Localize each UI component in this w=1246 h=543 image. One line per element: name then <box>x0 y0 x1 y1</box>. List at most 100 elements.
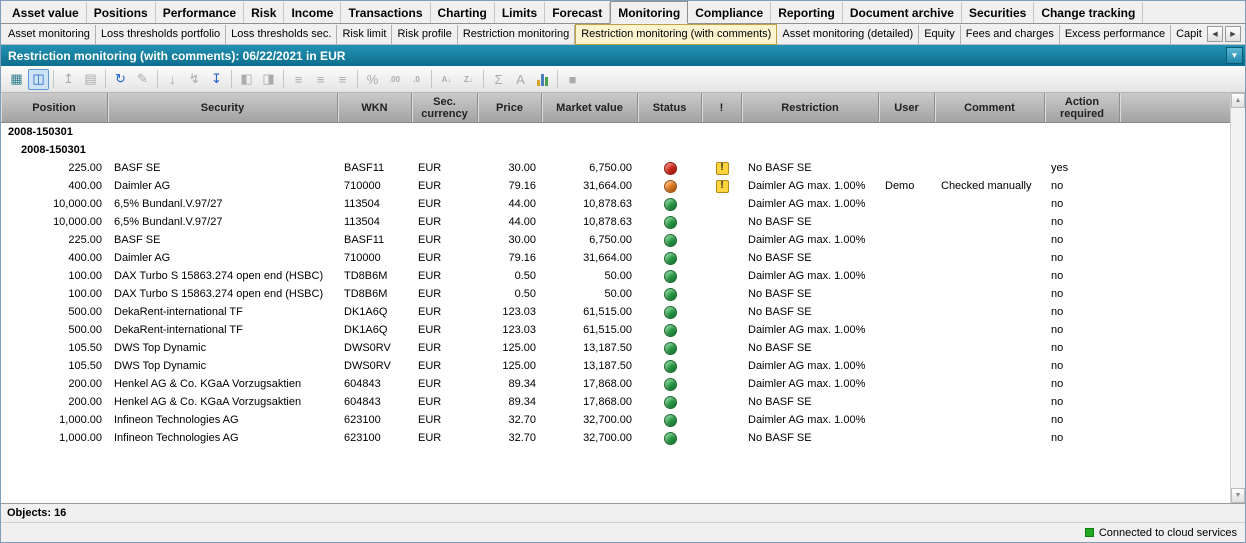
title-menu-button[interactable]: ▼ <box>1226 47 1243 64</box>
cell-security: 6,5% Bundanl.V.97/27 <box>108 216 338 228</box>
tab-charting[interactable]: Charting <box>431 2 495 23</box>
table-row[interactable]: 105.50DWS Top DynamicDWS0RVEUR125.0013,1… <box>1 357 1230 375</box>
pivot-view-icon[interactable]: ◫ <box>28 69 49 90</box>
vertical-scrollbar[interactable]: ▲ ▼ <box>1230 93 1245 503</box>
subtab-capital-flows[interactable]: Capital flows <box>1171 25 1202 44</box>
cell-market_value: 17,868.00 <box>542 378 638 390</box>
scroll-track[interactable] <box>1231 108 1245 488</box>
table-row[interactable]: 500.00DekaRent-international TFDK1A6QEUR… <box>1 321 1230 339</box>
tab-reporting[interactable]: Reporting <box>771 2 843 23</box>
toolbar-separator <box>53 70 54 88</box>
cell-restriction: No BASF SE <box>742 288 879 300</box>
subtab-risk-limit[interactable]: Risk limit <box>337 25 392 44</box>
align-center-icon[interactable]: ≡ <box>310 69 331 90</box>
download-icon[interactable]: ↧ <box>206 69 227 90</box>
subtab-risk-profile[interactable]: Risk profile <box>392 25 457 44</box>
subtab-scroll-right-button[interactable]: ▶ <box>1225 26 1241 42</box>
table-row[interactable]: 200.00Henkel AG & Co. KGaA Vorzugsaktien… <box>1 393 1230 411</box>
subtab-excess-performance[interactable]: Excess performance <box>1060 25 1171 44</box>
subtab-loss-thresholds-portfolio[interactable]: Loss thresholds portfolio <box>96 25 226 44</box>
column-header-sec_currency[interactable]: Sec. currency <box>412 93 478 122</box>
column-header-warning[interactable]: ! <box>702 93 742 122</box>
stop-icon[interactable]: ■ <box>562 69 583 90</box>
tab-limits[interactable]: Limits <box>495 2 545 23</box>
tab-monitoring[interactable]: Monitoring <box>610 1 688 24</box>
split-left-icon[interactable]: ◧ <box>236 69 257 90</box>
bar-chart-icon[interactable] <box>532 69 553 90</box>
table-row[interactable]: 10,000.006,5% Bundanl.V.97/27113504EUR44… <box>1 195 1230 213</box>
sum-icon[interactable]: Σ <box>488 69 509 90</box>
cell-price: 123.03 <box>478 324 542 336</box>
group-row[interactable]: 2008-150301 <box>1 141 1230 159</box>
tab-document-archive[interactable]: Document archive <box>843 2 962 23</box>
split-right-icon[interactable]: ◨ <box>258 69 279 90</box>
tab-asset-value[interactable]: Asset value <box>5 2 87 23</box>
cell-sec_currency: EUR <box>412 324 478 336</box>
tab-performance[interactable]: Performance <box>156 2 244 23</box>
group-row[interactable]: 2008-150301 <box>1 123 1230 141</box>
cell-market_value: 31,664.00 <box>542 252 638 264</box>
subtab-restriction-monitoring-with-comments[interactable]: Restriction monitoring (with comments) <box>575 24 777 45</box>
column-header-action_required[interactable]: Action required <box>1045 93 1120 122</box>
column-header-comment[interactable]: Comment <box>935 93 1045 122</box>
edit-filter-icon[interactable]: ✎ <box>132 69 153 90</box>
cell-action_required: no <box>1045 252 1120 264</box>
tab-compliance[interactable]: Compliance <box>688 2 771 23</box>
column-header-restriction[interactable]: Restriction <box>742 93 879 122</box>
table-row[interactable]: 500.00DekaRent-international TFDK1A6QEUR… <box>1 303 1230 321</box>
percent-icon[interactable]: % <box>362 69 383 90</box>
cell-position: 200.00 <box>1 378 108 390</box>
column-header-price[interactable]: Price <box>478 93 542 122</box>
table-row[interactable]: 105.50DWS Top DynamicDWS0RVEUR125.0013,1… <box>1 339 1230 357</box>
table-row[interactable]: 1,000.00Infineon Technologies AG623100EU… <box>1 429 1230 447</box>
cell-status <box>638 288 702 301</box>
table-row[interactable]: 100.00DAX Turbo S 15863.274 open end (HS… <box>1 267 1230 285</box>
table-row[interactable]: 225.00BASF SEBASF11EUR30.006,750.00!No B… <box>1 159 1230 177</box>
tab-securities[interactable]: Securities <box>962 2 1034 23</box>
table-row[interactable]: 200.00Henkel AG & Co. KGaA Vorzugsaktien… <box>1 375 1230 393</box>
font-icon[interactable]: A <box>510 69 531 90</box>
add-decimal-icon[interactable]: .00 <box>384 69 405 90</box>
column-header-security[interactable]: Security <box>108 93 338 122</box>
column-header-wkn[interactable]: WKN <box>338 93 412 122</box>
subtab-asset-monitoring[interactable]: Asset monitoring <box>3 25 96 44</box>
table-row[interactable]: 1,000.00Infineon Technologies AG623100EU… <box>1 411 1230 429</box>
tab-risk[interactable]: Risk <box>244 2 284 23</box>
subtab-scroll-left-button[interactable]: ◀ <box>1207 26 1223 42</box>
subtab-restriction-monitoring[interactable]: Restriction monitoring <box>458 25 575 44</box>
tab-forecast[interactable]: Forecast <box>545 2 610 23</box>
tab-positions[interactable]: Positions <box>87 2 156 23</box>
remove-decimal-icon[interactable]: .0 <box>406 69 427 90</box>
chart-line-icon[interactable]: ↯ <box>184 69 205 90</box>
refresh-icon[interactable]: ↻ <box>110 69 131 90</box>
scroll-up-button[interactable]: ▲ <box>1231 93 1245 108</box>
sort-desc-icon[interactable]: ↓ <box>162 69 183 90</box>
table-header: PositionSecurityWKNSec. currencyPriceMar… <box>1 93 1230 123</box>
scroll-down-button[interactable]: ▼ <box>1231 488 1245 503</box>
print-icon[interactable]: ▤ <box>80 69 101 90</box>
column-header-market_value[interactable]: Market value <box>542 93 638 122</box>
table-row[interactable]: 225.00BASF SEBASF11EUR30.006,750.00Daiml… <box>1 231 1230 249</box>
align-left-icon[interactable]: ≡ <box>288 69 309 90</box>
column-header-status[interactable]: Status <box>638 93 702 122</box>
tab-income[interactable]: Income <box>284 2 341 23</box>
tab-transactions[interactable]: Transactions <box>341 2 430 23</box>
subtab-fees-and-charges[interactable]: Fees and charges <box>961 25 1060 44</box>
table-row[interactable]: 400.00Daimler AG710000EUR79.1631,664.00!… <box>1 177 1230 195</box>
subtab-asset-monitoring-detailed[interactable]: Asset monitoring (detailed) <box>777 25 919 44</box>
column-header-position[interactable]: Position <box>1 93 108 122</box>
cell-restriction: Daimler AG max. 1.00% <box>742 378 879 390</box>
cell-market_value: 50.00 <box>542 288 638 300</box>
tab-change-tracking[interactable]: Change tracking <box>1034 2 1143 23</box>
subtab-loss-thresholds-sec[interactable]: Loss thresholds sec. <box>226 25 337 44</box>
data-view-icon[interactable]: ▦ <box>6 69 27 90</box>
sort-za-icon[interactable]: Z↓ <box>458 69 479 90</box>
column-header-user[interactable]: User <box>879 93 935 122</box>
table-row[interactable]: 10,000.006,5% Bundanl.V.97/27113504EUR44… <box>1 213 1230 231</box>
sort-az-icon[interactable]: A↓ <box>436 69 457 90</box>
table-row[interactable]: 400.00Daimler AG710000EUR79.1631,664.00N… <box>1 249 1230 267</box>
export-icon[interactable]: ↥ <box>58 69 79 90</box>
align-right-icon[interactable]: ≡ <box>332 69 353 90</box>
table-row[interactable]: 100.00DAX Turbo S 15863.274 open end (HS… <box>1 285 1230 303</box>
subtab-equity[interactable]: Equity <box>919 25 961 44</box>
